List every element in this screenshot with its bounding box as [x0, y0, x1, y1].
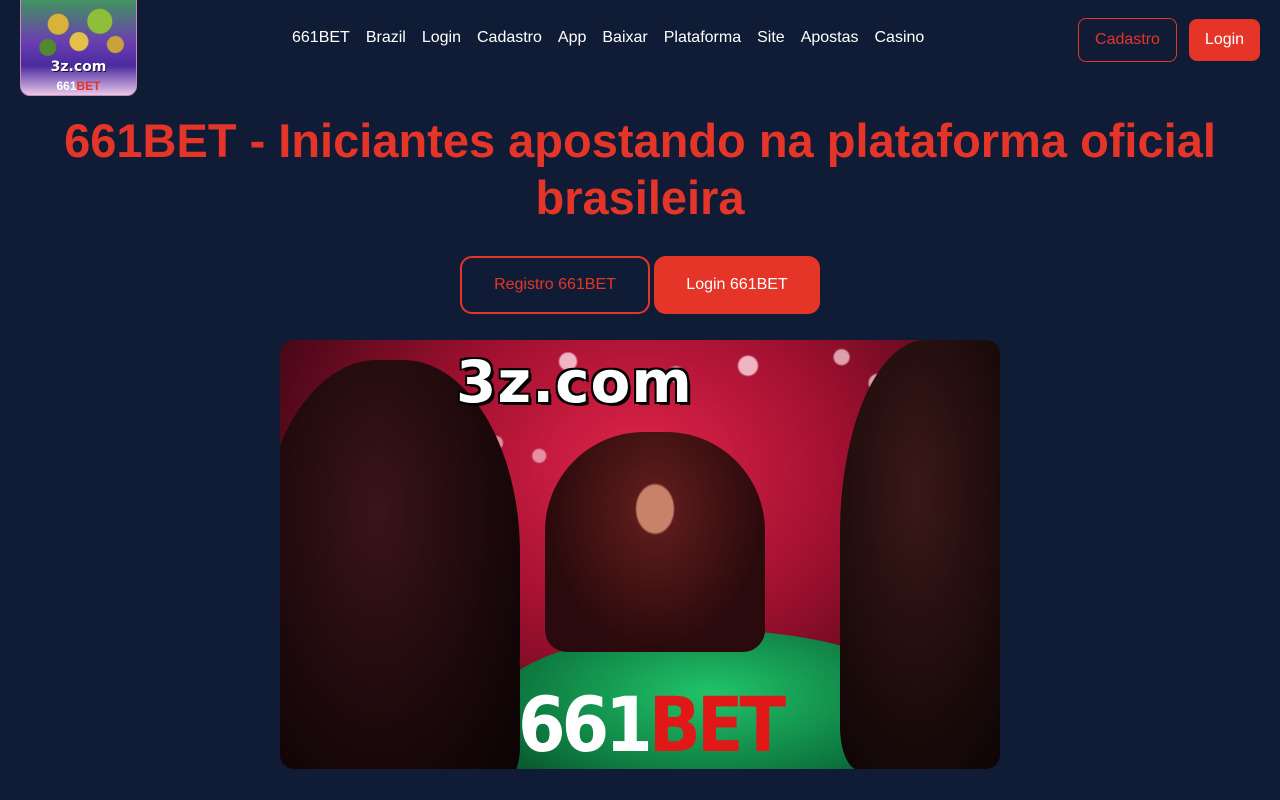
image-watermark-domain: 3z.com	[456, 348, 693, 416]
main-nav: 661BET Brazil Login Cadastro App Baixar …	[292, 29, 924, 47]
nav-link-661bet[interactable]: 661BET	[292, 29, 350, 47]
site-logo[interactable]: 3z.com 661BET	[20, 0, 137, 96]
player-left-figure	[280, 360, 520, 769]
header-login-button[interactable]: Login	[1189, 19, 1260, 61]
player-right-figure	[840, 340, 1000, 769]
page-title: 661BET - Iniciantes apostando na platafo…	[64, 114, 1216, 224]
header-cadastro-button[interactable]: Cadastro	[1078, 18, 1177, 62]
nav-link-brazil[interactable]: Brazil	[366, 29, 406, 47]
dealer-figure	[545, 432, 765, 652]
nav-link-casino[interactable]: Casino	[875, 29, 925, 47]
nav-link-baixar[interactable]: Baixar	[602, 29, 647, 47]
nav-link-cadastro[interactable]: Cadastro	[477, 29, 542, 47]
nav-link-plataforma[interactable]: Plataforma	[664, 29, 741, 47]
nav-link-apostas[interactable]: Apostas	[801, 29, 859, 47]
nav-link-app[interactable]: App	[558, 29, 586, 47]
nav-link-site[interactable]: Site	[757, 29, 785, 47]
dragon-logo-art	[27, 1, 131, 59]
hero-image: 3z.com 661BET	[280, 340, 1000, 769]
login-button[interactable]: Login 661BET	[654, 256, 820, 314]
register-button[interactable]: Registro 661BET	[460, 256, 650, 314]
image-watermark-brand: 661BET	[518, 680, 786, 769]
logo-brand-text: 661BET	[56, 79, 101, 93]
logo-domain-text: 3z.com	[50, 59, 107, 75]
nav-link-login[interactable]: Login	[422, 29, 461, 47]
